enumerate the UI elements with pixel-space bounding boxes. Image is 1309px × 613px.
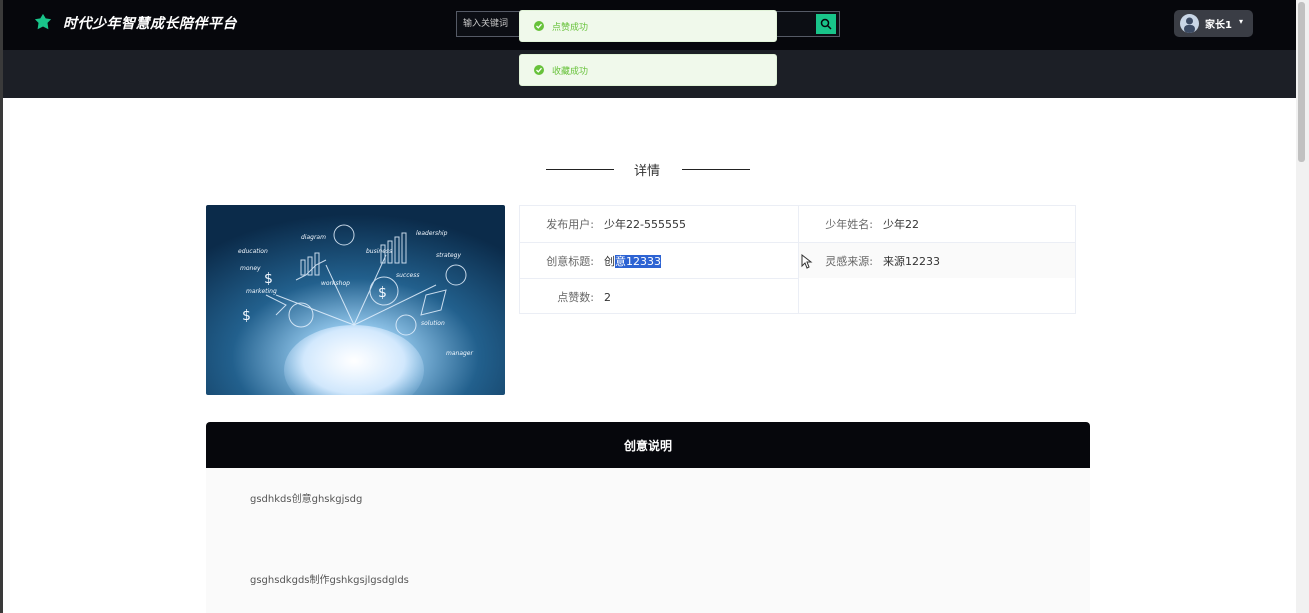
svg-text:$: $ (264, 271, 273, 287)
description-paragraph: gsghsdkgds制作gshkgsjlgsdglds (250, 575, 409, 586)
user-menu[interactable]: 家长1 ▾ (1174, 10, 1253, 37)
svg-text:diagram: diagram (301, 234, 326, 241)
toast-message: 点赞成功 (552, 22, 589, 33)
success-check-icon (534, 21, 544, 31)
scrollbar-thumb[interactable] (1298, 2, 1305, 162)
toast-favorite-success: 收藏成功 (519, 54, 777, 86)
description-body: gsdhkds创意ghskgjsdg gsghsdkgds制作gshkgsjlg… (206, 468, 1090, 613)
heading-divider-right (682, 169, 750, 170)
user-name: 家长1 (1205, 20, 1232, 31)
publisher-value: 少年22-555555 (604, 218, 686, 231)
student-name-label: 少年姓名: (825, 218, 873, 231)
detail-info-table: 发布用户: 少年22-555555 少年姓名: 少年22 创意标题: 创意123… (519, 205, 1076, 314)
likes-value: 2 (604, 290, 611, 304)
svg-text:leadership: leadership (416, 230, 448, 237)
likes-label: 点赞数: (557, 291, 594, 304)
field-publisher: 发布用户: 少年22-555555 (520, 206, 798, 242)
toast-message: 收藏成功 (552, 66, 589, 77)
idea-cover-image: education money success business marketi… (206, 205, 505, 395)
publisher-label: 发布用户: (546, 218, 594, 231)
svg-text:money: money (240, 265, 261, 272)
inspiration-value: 来源12233 (883, 255, 940, 268)
svg-text:business: business (366, 248, 392, 255)
svg-text:solution: solution (421, 320, 445, 327)
svg-text:$: $ (242, 308, 251, 324)
selected-text: 意12333 (615, 255, 661, 268)
svg-text:education: education (238, 248, 268, 255)
svg-text:$: $ (378, 285, 387, 301)
description-header: 创意说明 (206, 422, 1090, 468)
section-heading: 详情 (546, 159, 750, 179)
svg-text:success: success (396, 272, 419, 279)
chevron-down-icon: ▾ (1239, 17, 1244, 26)
field-inspiration: 灵感来源: 来源12233 (799, 243, 1075, 279)
logo-icon (34, 13, 52, 30)
field-likes: 点赞数: 2 (520, 279, 798, 315)
search-icon (820, 18, 832, 30)
description-paragraph: gsdhkds创意ghskgjsdg (250, 494, 363, 505)
svg-text:marketing: marketing (246, 288, 277, 295)
site-title[interactable]: 时代少年智慧成长陪伴平台 (63, 13, 237, 33)
svg-text:strategy: strategy (436, 252, 461, 259)
idea-title-value: 创意12333 (604, 255, 661, 268)
search-button[interactable] (816, 14, 836, 34)
field-idea-title: 创意标题: 创意12333 (520, 243, 798, 279)
description-title: 创意说明 (623, 438, 672, 453)
svg-text:workshop: workshop (321, 280, 350, 287)
idea-title-label: 创意标题: (546, 255, 594, 268)
student-name-value: 少年22 (883, 218, 919, 231)
heading-divider-left (546, 169, 614, 170)
page-title: 详情 (634, 164, 661, 179)
toast-like-success: 点赞成功 (519, 10, 777, 42)
success-check-icon (534, 65, 544, 75)
avatar (1180, 14, 1199, 33)
mouse-cursor-icon (801, 254, 813, 269)
field-student-name: 少年姓名: 少年22 (799, 206, 1075, 242)
svg-text:manager: manager (446, 350, 474, 357)
